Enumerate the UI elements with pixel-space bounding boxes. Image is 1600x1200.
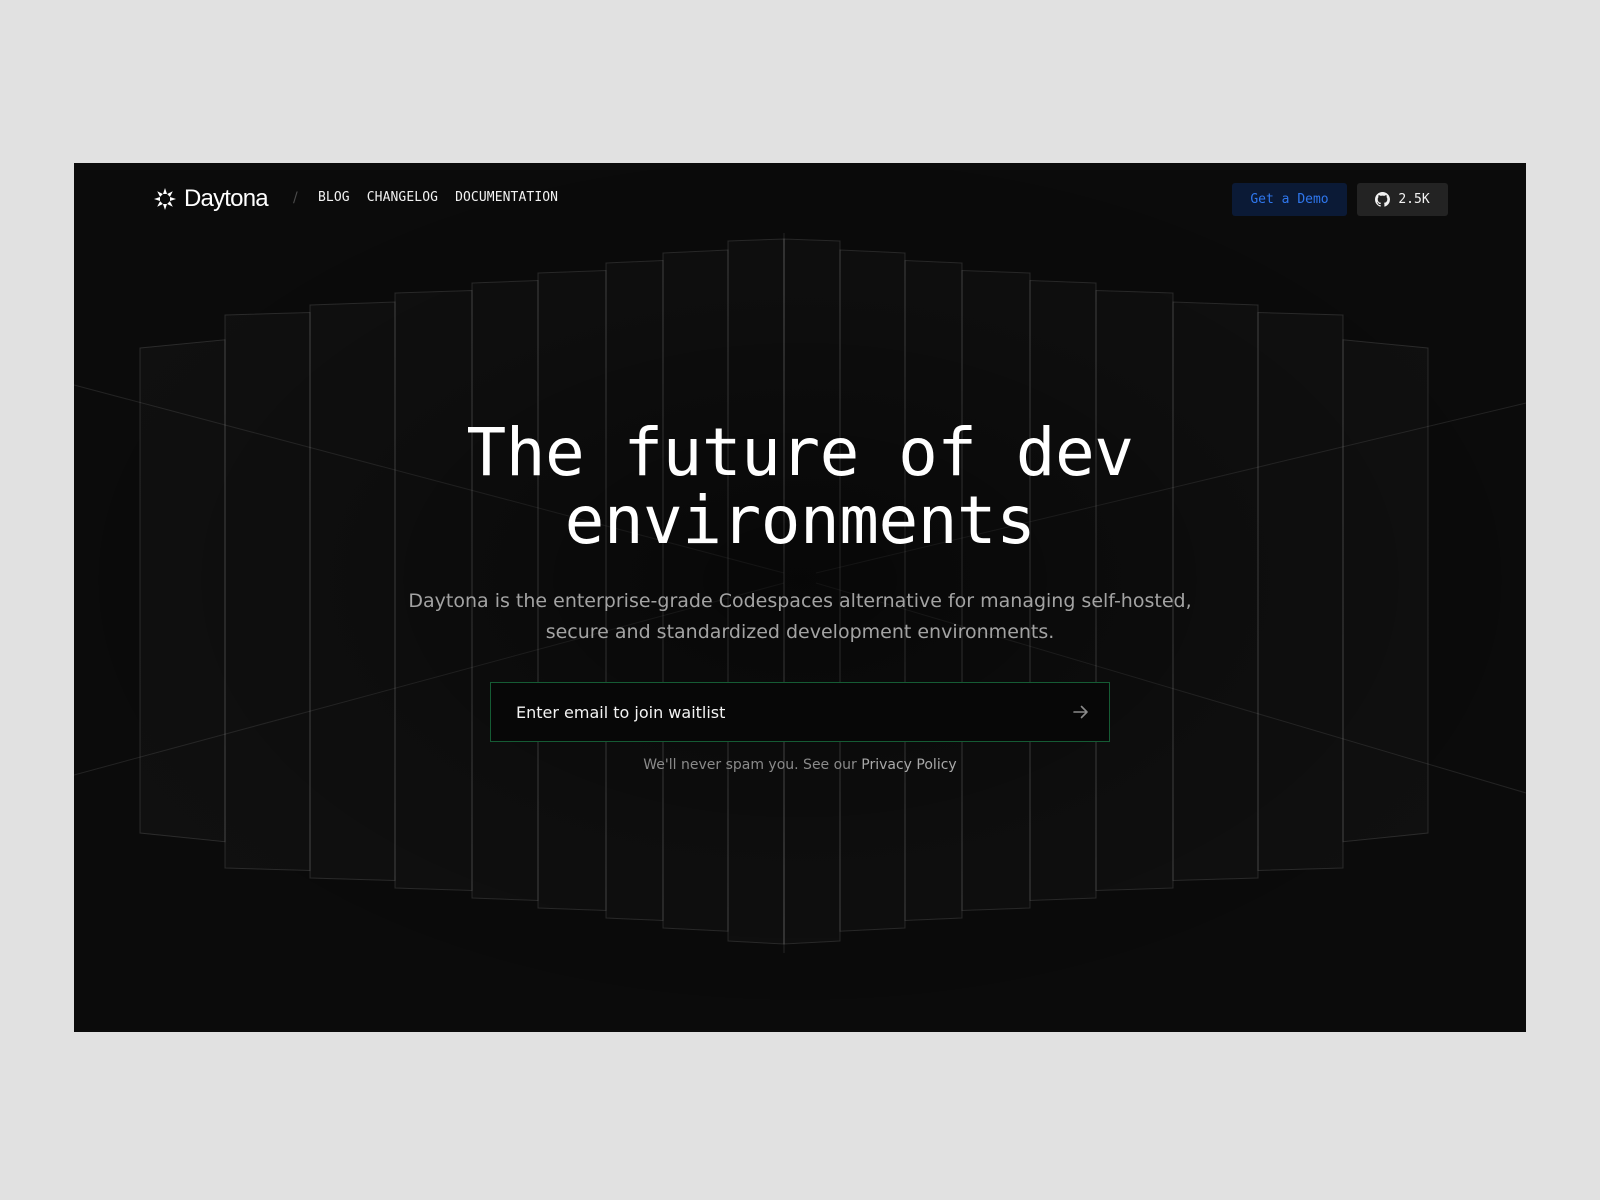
brand-name: Daytona bbox=[184, 185, 269, 212]
hero-subtitle-line-2: secure and standardized development envi… bbox=[545, 621, 1055, 643]
top-navbar: Daytona / BLOG CHANGELOG DOCUMENTATION G… bbox=[74, 163, 1526, 235]
spam-disclaimer: We'll never spam you. See our Privacy Po… bbox=[74, 755, 1526, 775]
hero-subtitle: Daytona is the enterprise-grade Codespac… bbox=[350, 586, 1250, 648]
nav-separator: / bbox=[293, 190, 298, 206]
github-stars-count: 2.5K bbox=[1398, 192, 1430, 207]
hero-title-line-2: environments bbox=[564, 482, 1036, 559]
nav-link-documentation[interactable]: DOCUMENTATION bbox=[455, 189, 558, 207]
nav-link-changelog[interactable]: CHANGELOG bbox=[367, 189, 438, 207]
privacy-policy-link[interactable]: Privacy Policy bbox=[861, 757, 956, 773]
brand-logo[interactable]: Daytona bbox=[153, 183, 269, 215]
get-demo-button[interactable]: Get a Demo bbox=[1232, 183, 1347, 216]
hero-title-line-1: The future of dev bbox=[466, 414, 1134, 491]
github-stars-button[interactable]: 2.5K bbox=[1357, 183, 1448, 216]
waitlist-form bbox=[490, 682, 1110, 742]
submit-email-button[interactable] bbox=[1061, 692, 1101, 732]
daytona-logo-icon bbox=[154, 188, 176, 210]
nav-links: BLOG CHANGELOG DOCUMENTATION bbox=[318, 189, 558, 207]
hero-section: Daytona / BLOG CHANGELOG DOCUMENTATION G… bbox=[74, 163, 1526, 1032]
github-icon bbox=[1375, 192, 1391, 207]
hero-title: The future of dev environments bbox=[74, 419, 1526, 555]
nav-link-blog[interactable]: BLOG bbox=[318, 189, 350, 207]
email-input[interactable] bbox=[491, 683, 1051, 741]
hero-subtitle-line-1: Daytona is the enterprise-grade Codespac… bbox=[408, 590, 1192, 612]
disclaimer-text: We'll never spam you. See our bbox=[643, 757, 857, 773]
arrow-right-icon bbox=[1073, 705, 1088, 719]
